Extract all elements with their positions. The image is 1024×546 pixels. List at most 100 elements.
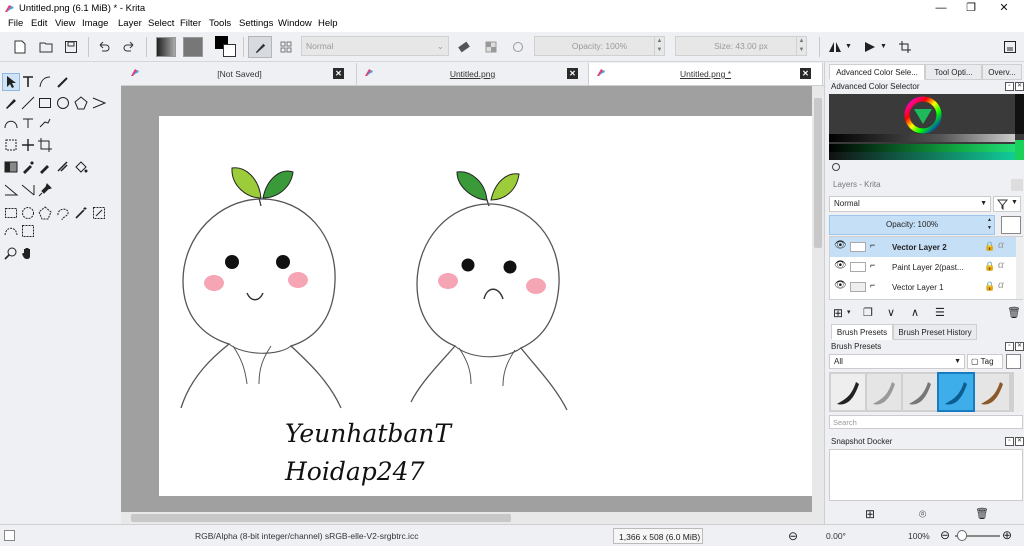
horizontal-scrollbar[interactable] (121, 512, 824, 524)
canvas-image[interactable]: YeunhatbanT Hoidap247 (159, 116, 812, 496)
add-snapshot-icon[interactable]: ⊞ (865, 507, 875, 521)
bezier-tool-icon[interactable] (3, 115, 19, 131)
new-document-icon[interactable] (12, 39, 28, 55)
eye-icon[interactable]: 👁 (834, 280, 847, 291)
measure-tool-icon[interactable] (3, 182, 19, 198)
polygon-tool-icon[interactable] (73, 95, 89, 111)
freehand-select-icon[interactable] (55, 205, 71, 221)
layer-properties-sliders-icon[interactable]: ☰ (935, 306, 945, 319)
magic-wand-icon[interactable] (73, 205, 89, 221)
tab-not-saved[interactable]: [Not Saved] ✕ (123, 63, 357, 85)
spinner-arrows-icon[interactable]: ▲ ▼ (654, 37, 664, 55)
layer-name[interactable]: Paint Layer 2(past... (892, 263, 964, 272)
mirror-vertical-icon[interactable] (862, 39, 878, 55)
move-layer-down-icon[interactable]: ∨ (887, 306, 895, 319)
fill-bucket-icon[interactable] (73, 159, 89, 175)
brush-preset-item[interactable] (831, 374, 865, 410)
alpha-icon[interactable]: α (998, 240, 1004, 251)
fg-bg-color-icon[interactable] (215, 36, 237, 58)
layer-properties-icon[interactable] (1001, 216, 1021, 234)
close-tab-icon[interactable]: ✕ (800, 68, 811, 79)
zoom-out-icon[interactable]: ⊖ (940, 528, 950, 542)
brush-preset-button[interactable] (248, 36, 272, 58)
alpha-icon[interactable]: α (998, 260, 1004, 271)
layer-blend-select[interactable]: Normal ▼ (829, 196, 991, 212)
lock-icon[interactable]: 🔒 (984, 281, 995, 292)
menu-tools[interactable]: Tools (209, 18, 231, 29)
zoom-slider-handle[interactable] (957, 530, 967, 541)
reload-icon[interactable] (510, 39, 526, 55)
brush-filter-select[interactable]: All ▼ (829, 354, 965, 369)
menu-filter[interactable]: Filter (180, 18, 201, 29)
bezier-select-icon[interactable] (3, 223, 19, 239)
reference-pin-icon[interactable] (37, 182, 53, 198)
close-tab-icon[interactable]: ✕ (333, 68, 344, 79)
spinner-arrows-icon[interactable]: ▲ ▼ (796, 37, 806, 55)
rotation-value[interactable]: 0.00° (826, 531, 846, 541)
tab-brush-preset-history[interactable]: Brush Preset History (893, 324, 977, 340)
preset-scrollbar[interactable] (1014, 372, 1023, 412)
chevron-down-icon[interactable]: ▾ (847, 308, 851, 316)
colorize-mask-icon[interactable] (37, 159, 53, 175)
layer-opacity-slider[interactable]: Opacity: 100% ▲ ▼ (829, 215, 995, 235)
alpha-lock-icon[interactable] (483, 39, 499, 55)
tab-brush-presets[interactable]: Brush Presets (831, 324, 893, 340)
tag-button[interactable]: ▢ Tag (967, 354, 1003, 369)
layers-menu-icon[interactable] (1011, 179, 1023, 191)
layer-row[interactable]: 👁 ⌐ Vector Layer 2 🔒 α (830, 237, 1016, 257)
menu-image[interactable]: Image (82, 18, 108, 29)
undo-icon[interactable] (96, 39, 112, 55)
color-selector-widget[interactable] (829, 94, 1024, 160)
rotate-canvas-icon[interactable]: ⊖ (788, 529, 798, 543)
color-history[interactable] (1015, 94, 1024, 134)
magnetic-select-icon[interactable] (20, 223, 36, 239)
tab-advanced-color-selector[interactable]: Advanced Color Sele... (829, 64, 925, 80)
chevron-down-icon[interactable]: ▼ (845, 43, 852, 50)
brush-preset-item[interactable] (975, 374, 1009, 410)
close-window-button[interactable]: ✕ (989, 0, 1019, 17)
chevron-down-icon[interactable]: ▼ (880, 43, 887, 50)
opacity-slider[interactable]: Opacity: 100% ▲ ▼ (534, 36, 665, 56)
menu-window[interactable]: Window (278, 18, 312, 29)
brush-size-slider[interactable]: Size: 43.00 px ▲ ▼ (675, 36, 807, 56)
current-color-swatch[interactable] (1015, 140, 1024, 160)
pan-hand-icon[interactable] (20, 245, 36, 261)
grid-icon[interactable] (278, 39, 294, 55)
close-dock-icon[interactable]: ✕ (1015, 342, 1024, 351)
tab-overview[interactable]: Overv... (982, 64, 1022, 80)
pattern-swatch[interactable] (183, 37, 203, 57)
ellipse-select-icon[interactable] (20, 205, 36, 221)
zoom-in-icon[interactable]: ⊕ (1002, 528, 1012, 542)
edit-shapes-icon[interactable] (37, 74, 53, 90)
move-tool-icon[interactable] (20, 137, 36, 153)
assistant-tool-icon[interactable] (20, 182, 36, 198)
vertical-scrollbar[interactable] (812, 86, 824, 512)
layer-row[interactable]: 👁 ⌐ Paint Layer 2(past... 🔒 α (830, 257, 1016, 277)
close-dock-icon[interactable]: ✕ (1015, 437, 1024, 446)
refresh-icon[interactable] (831, 162, 841, 172)
gradient-tool-icon[interactable] (3, 159, 19, 175)
float-dock-icon[interactable]: ▫ (1005, 342, 1014, 351)
add-layer-icon[interactable]: ⊞ (833, 306, 843, 320)
save-icon[interactable] (63, 39, 79, 55)
layer-row[interactable]: 👁 ⌐ Vector Layer 1 🔒 α (830, 277, 1016, 297)
float-dock-icon[interactable]: ▫ (1005, 82, 1014, 91)
lock-icon[interactable]: 🔒 (984, 241, 995, 252)
image-size-field[interactable]: 1,366 x 508 (6.0 MiB) (613, 528, 703, 544)
snapshot-list[interactable] (829, 449, 1023, 501)
selection-status-icon[interactable] (4, 530, 15, 541)
maximize-button[interactable]: ❐ (956, 0, 986, 17)
delete-snapshot-icon[interactable]: 🗑 (975, 507, 989, 520)
rect-select-icon[interactable] (3, 205, 19, 221)
brush-view-options-icon[interactable] (1006, 354, 1021, 369)
blend-mode-select[interactable]: Normal ⌄ (301, 36, 449, 56)
smart-patch-icon[interactable] (55, 159, 71, 175)
move-layer-up-icon[interactable]: ∧ (911, 306, 919, 319)
freehand-path-icon[interactable] (20, 115, 36, 131)
eraser-icon[interactable] (456, 39, 472, 55)
menu-view[interactable]: View (55, 18, 75, 29)
similar-select-icon[interactable] (91, 205, 107, 221)
scroll-thumb[interactable] (814, 98, 822, 248)
menu-layer[interactable]: Layer (118, 18, 142, 29)
hue-ring[interactable] (903, 95, 943, 135)
